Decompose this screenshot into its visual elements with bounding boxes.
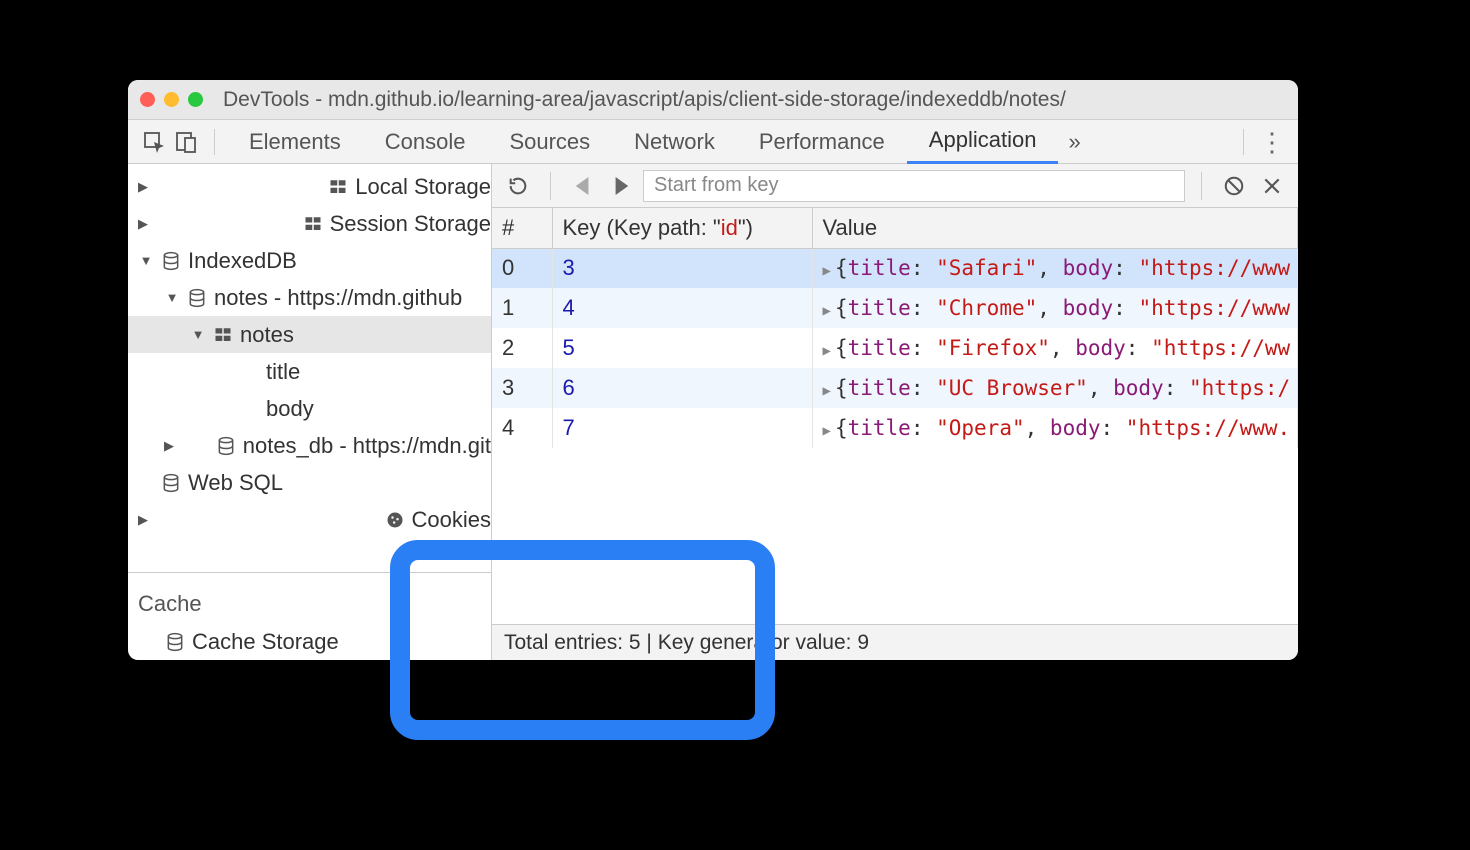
grid-icon [302,213,324,235]
sidebar-item-label: Local Storage [355,174,491,200]
expand-arrow-icon[interactable] [138,512,378,528]
sidebar-item-body[interactable]: body [128,390,491,427]
col-key[interactable]: Key (Key path: "id") [552,208,812,248]
titlebar: DevTools - mdn.github.io/learning-area/j… [128,80,1298,120]
sidebar-item-label: notes - https://mdn.github [214,285,462,311]
cache-heading: Cache [128,573,491,623]
cookie-icon [384,509,406,531]
sidebar-item-local-storage[interactable]: Local Storage [128,168,491,205]
divider [1243,129,1244,155]
expand-arrow-icon[interactable] [138,253,154,268]
col-index[interactable]: # [492,208,552,248]
tab-elements[interactable]: Elements [227,120,363,164]
divider [214,129,215,155]
sidebar-item-web-sql[interactable]: Web SQL [128,464,491,501]
object-store-panel: # Key (Key path: "id") Value 03▶{title: … [492,164,1298,660]
sidebar-item-notes-https-mdn-github[interactable]: notes - https://mdn.github [128,279,491,316]
cell-key: 6 [552,368,812,408]
prev-page-icon[interactable] [567,170,599,202]
table-row[interactable]: 47▶{title: "Opera", body: "https://www. [492,408,1298,448]
minimize-icon[interactable] [164,92,179,107]
table-row[interactable]: 25▶{title: "Firefox", body: "https://ww [492,328,1298,368]
cell-value: ▶{title: "Firefox", body: "https://ww [812,328,1298,368]
db-icon [160,472,182,494]
cell-value: ▶{title: "Safari", body: "https://www [812,248,1298,288]
more-options-icon[interactable]: ⋮ [1256,129,1288,155]
maximize-icon[interactable] [188,92,203,107]
sidebar-item-label: Web SQL [188,470,283,496]
cell-index: 4 [492,408,552,448]
tab-performance[interactable]: Performance [737,120,907,164]
tab-sources[interactable]: Sources [487,120,612,164]
object-store-table: # Key (Key path: "id") Value 03▶{title: … [492,208,1298,448]
next-page-icon[interactable] [605,170,637,202]
sidebar-item-label: body [266,396,314,422]
expand-arrow-icon[interactable] [164,438,209,454]
tab-network[interactable]: Network [612,120,737,164]
expand-arrow-icon[interactable] [164,290,180,305]
table-row[interactable]: 14▶{title: "Chrome", body: "https://www [492,288,1298,328]
window-controls [140,92,203,107]
expand-arrow-icon[interactable] [138,179,321,195]
storage-sidebar: Local Storage Session Storage IndexedDB not… [128,164,492,660]
tab-console[interactable]: Console [363,120,488,164]
cell-key: 4 [552,288,812,328]
devtools-tabbar: ElementsConsoleSourcesNetworkPerformance… [128,120,1298,164]
clear-object-store-icon[interactable] [1218,170,1250,202]
cell-key: 3 [552,248,812,288]
sidebar-item-label: title [266,359,300,385]
cell-key: 7 [552,408,812,448]
cell-index: 2 [492,328,552,368]
cell-value: ▶{title: "UC Browser", body: "https:/ [812,368,1298,408]
cell-value: ▶{title: "Chrome", body: "https://www [812,288,1298,328]
sidebar-item-cookies[interactable]: Cookies [128,501,491,538]
refresh-icon[interactable] [502,170,534,202]
expand-arrow-icon[interactable] [138,216,296,232]
sidebar-item-label: notes_db - https://mdn.git [243,433,491,459]
cell-index: 1 [492,288,552,328]
db-icon [215,435,237,457]
cell-value: ▶{title: "Opera", body: "https://www. [812,408,1298,448]
sidebar-item-label: Session Storage [330,211,491,237]
sidebar-item-notes[interactable]: notes [128,316,491,353]
sidebar-item-indexeddb[interactable]: IndexedDB [128,242,491,279]
tabs-overflow[interactable]: » [1058,129,1090,155]
delete-selected-icon[interactable] [1256,170,1288,202]
inspect-element-icon[interactable] [138,126,170,158]
tab-application[interactable]: Application [907,120,1059,164]
status-text: Total entries: 5 | Key generator value: … [504,631,869,655]
cell-index: 3 [492,368,552,408]
expand-arrow-icon[interactable] [190,327,206,342]
panel-toolbar [492,164,1298,208]
sidebar-item-notes-db-https-mdn-git[interactable]: notes_db - https://mdn.git [128,427,491,464]
sidebar-item-label: notes [240,322,294,348]
grid-icon [327,176,349,198]
close-icon[interactable] [140,92,155,107]
window-title: DevTools - mdn.github.io/learning-area/j… [223,88,1066,112]
sidebar-item-label: Cookies [412,507,491,533]
db-icon [186,287,208,309]
table-row[interactable]: 03▶{title: "Safari", body: "https://www [492,248,1298,288]
cell-key: 5 [552,328,812,368]
devtools-window: DevTools - mdn.github.io/learning-area/j… [128,80,1298,660]
db-icon [160,250,182,272]
device-toolbar-icon[interactable] [170,126,202,158]
sidebar-item-cache-storage[interactable]: Cache Storage [128,623,491,660]
col-value[interactable]: Value [812,208,1298,248]
sidebar-item-session-storage[interactable]: Session Storage [128,205,491,242]
statusbar: Total entries: 5 | Key generator value: … [492,624,1298,660]
sidebar-item-title[interactable]: title [128,353,491,390]
start-from-key-input[interactable] [643,170,1185,202]
sidebar-item-label: IndexedDB [188,248,297,274]
table-row[interactable]: 36▶{title: "UC Browser", body: "https:/ [492,368,1298,408]
grid-icon [212,324,234,346]
cell-index: 0 [492,248,552,288]
sidebar-item-label: Cache Storage [192,629,339,655]
db-icon [164,631,186,653]
